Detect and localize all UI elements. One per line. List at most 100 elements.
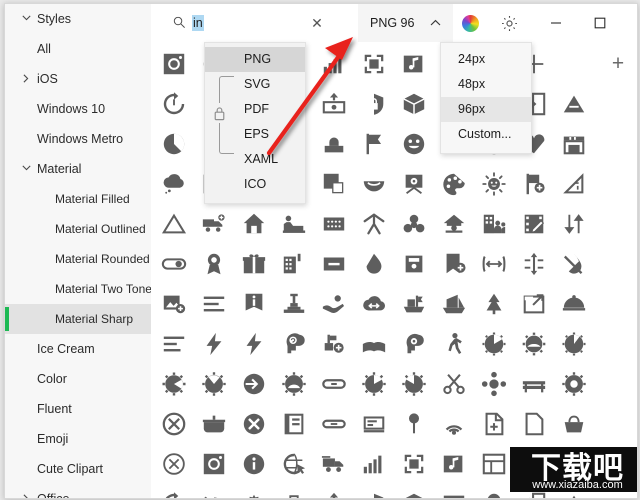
icon-pie-chart[interactable] bbox=[159, 129, 189, 159]
icon-toggle-switch[interactable] bbox=[159, 249, 189, 279]
icon-tree-snow[interactable] bbox=[479, 289, 509, 319]
icon-film-edit[interactable] bbox=[519, 209, 549, 239]
size-option-96px[interactable]: 96px bbox=[441, 97, 531, 122]
icon-bed-room[interactable] bbox=[279, 209, 309, 239]
icon-triangle-hill[interactable] bbox=[559, 89, 589, 119]
icon-ship-sail[interactable] bbox=[439, 289, 469, 319]
icon-cloud-swap[interactable] bbox=[359, 289, 389, 319]
color-wheel-icon[interactable] bbox=[462, 15, 479, 32]
icon-gear-arch[interactable] bbox=[279, 369, 309, 399]
sidebar-item-color[interactable]: Color bbox=[5, 364, 151, 394]
icon-building-tall[interactable] bbox=[279, 249, 309, 279]
icon-delivery-truck[interactable] bbox=[319, 449, 349, 479]
icon-arrows-vertical[interactable] bbox=[559, 209, 589, 239]
icon-arrows-split[interactable] bbox=[519, 249, 549, 279]
icon-gauge-half[interactable] bbox=[479, 329, 509, 359]
chevron-down-icon[interactable] bbox=[19, 154, 33, 184]
icon-store-front[interactable] bbox=[559, 129, 589, 159]
icon-arrow-enter-circle[interactable] bbox=[239, 369, 269, 399]
sidebar-item-fluent[interactable]: Fluent bbox=[5, 394, 151, 424]
size-option-list[interactable]: 24px 48px 96px Custom... bbox=[441, 47, 531, 147]
icon-package-box[interactable] bbox=[399, 489, 429, 498]
icon-home[interactable] bbox=[239, 209, 269, 239]
icon-flag-add[interactable] bbox=[519, 169, 549, 199]
sidebar-item-windows-10[interactable]: Windows 10 bbox=[5, 94, 151, 124]
icon-restore-clock[interactable] bbox=[159, 489, 189, 498]
sidebar-item-office[interactable]: Office bbox=[5, 484, 151, 498]
icon-dish-cover[interactable] bbox=[559, 289, 589, 319]
icon-lock-shield[interactable] bbox=[359, 89, 389, 119]
format-dropdown-menu[interactable]: PNG SVG PDF EPS XAML ICO bbox=[204, 42, 306, 204]
icon-water-drop[interactable] bbox=[359, 249, 389, 279]
sidebar-item-all[interactable]: All bbox=[5, 34, 151, 64]
sidebar-list[interactable]: Styles All iOS Windows 10 Windows Metro Mater… bbox=[5, 4, 151, 498]
icon-bowl-smile[interactable] bbox=[359, 169, 389, 199]
icon-pot-cook[interactable] bbox=[199, 409, 229, 439]
chevron-down-icon[interactable] bbox=[19, 4, 33, 34]
icon-radar-signal[interactable] bbox=[439, 409, 469, 439]
icon-ribbon-award[interactable] bbox=[479, 489, 509, 498]
icon-flag-marker[interactable] bbox=[359, 129, 389, 159]
icon-gift-box[interactable] bbox=[239, 249, 269, 279]
icon-money-upload[interactable] bbox=[319, 89, 349, 119]
size-dropdown-menu[interactable]: 24px 48px 96px Custom... bbox=[440, 42, 532, 154]
maximize-button[interactable] bbox=[578, 4, 622, 42]
icon-align-list[interactable] bbox=[159, 329, 189, 359]
icon-scan-document[interactable] bbox=[399, 449, 429, 479]
icon-person-arms[interactable] bbox=[359, 209, 389, 239]
icon-gear-burst[interactable] bbox=[159, 369, 189, 399]
close-button[interactable] bbox=[622, 4, 637, 42]
icon-smiley-face[interactable] bbox=[399, 129, 429, 159]
icon-paint-palette[interactable] bbox=[439, 169, 469, 199]
icon-card-list[interactable] bbox=[359, 409, 389, 439]
icon-music-note-card[interactable] bbox=[399, 49, 429, 79]
icon-gear-node[interactable] bbox=[479, 369, 509, 399]
icon-gauge-pie-alt[interactable] bbox=[399, 369, 429, 399]
icon-water-drop-off[interactable] bbox=[559, 249, 589, 279]
icon-package-box[interactable] bbox=[399, 89, 429, 119]
icon-file-add[interactable] bbox=[479, 409, 509, 439]
icon-basket-lid[interactable] bbox=[559, 409, 589, 439]
icon-file-blank[interactable] bbox=[519, 409, 549, 439]
icon-minus-box[interactable] bbox=[319, 249, 349, 279]
icon-book-open[interactable] bbox=[279, 409, 309, 439]
icon-scissors-cut[interactable] bbox=[439, 369, 469, 399]
icon-lock-shield[interactable] bbox=[359, 489, 389, 498]
chevron-right-icon[interactable] bbox=[19, 484, 33, 498]
icon-fidget-spinner[interactable] bbox=[399, 209, 429, 239]
icon-house-water[interactable] bbox=[439, 209, 469, 239]
icon-boat-cargo[interactable] bbox=[399, 289, 429, 319]
search-input[interactable]: in bbox=[192, 15, 204, 31]
icon-image-add[interactable] bbox=[159, 289, 189, 319]
gear-icon[interactable] bbox=[500, 14, 519, 33]
sidebar-item-material-filled[interactable]: Material Filled bbox=[5, 184, 151, 214]
minimize-button[interactable] bbox=[534, 4, 578, 42]
icon-info-circle[interactable] bbox=[239, 449, 269, 479]
sidebar-item-ios[interactable]: iOS bbox=[5, 64, 151, 94]
icon-scan-document[interactable] bbox=[359, 49, 389, 79]
icon-table-chart[interactable] bbox=[479, 449, 509, 479]
icon-width-measure[interactable] bbox=[479, 249, 509, 279]
icon-tractor-add[interactable] bbox=[319, 329, 349, 359]
icon-person-walk[interactable] bbox=[439, 329, 469, 359]
icon-restore-clock[interactable] bbox=[159, 89, 189, 119]
icon-layers-square[interactable] bbox=[319, 169, 349, 199]
add-icon[interactable]: + bbox=[603, 49, 633, 79]
icon-bench[interactable] bbox=[519, 369, 549, 399]
icon-bar-chart-signal[interactable] bbox=[359, 449, 389, 479]
icon-shelf[interactable] bbox=[439, 489, 469, 498]
icon-sun-smile[interactable] bbox=[479, 169, 509, 199]
icon-gear-download[interactable] bbox=[239, 489, 269, 498]
icon-triangle-outline[interactable] bbox=[159, 209, 189, 239]
icon-menu-lines[interactable] bbox=[199, 289, 229, 319]
icon-globe-cursor[interactable] bbox=[279, 449, 309, 479]
icon-info-book[interactable] bbox=[239, 289, 269, 319]
search-box[interactable]: in ✕ bbox=[159, 4, 354, 42]
format-size-button[interactable]: PNG 96 bbox=[358, 4, 453, 42]
icon-link-oval[interactable] bbox=[319, 409, 349, 439]
icon-head-gear[interactable] bbox=[399, 329, 429, 359]
search-clear-icon[interactable]: ✕ bbox=[309, 15, 325, 31]
format-option-png[interactable]: PNG bbox=[205, 47, 305, 72]
icon-gauge-sun[interactable] bbox=[199, 369, 229, 399]
icon-head-question[interactable] bbox=[279, 329, 309, 359]
